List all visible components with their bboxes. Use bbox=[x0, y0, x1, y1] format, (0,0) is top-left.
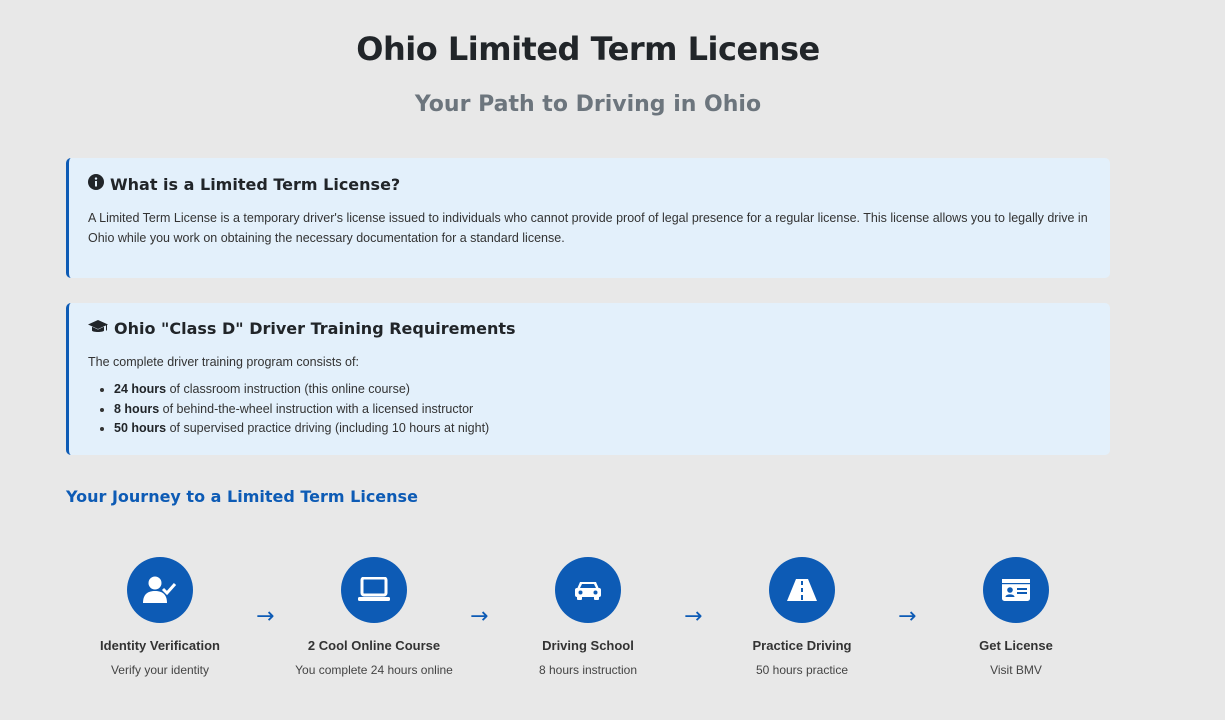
step-desc: Verify your identity bbox=[110, 663, 210, 677]
journey-title: Your Journey to a Limited Term License bbox=[66, 487, 418, 506]
journey-step-get-license: Get License Visit BMV bbox=[921, 557, 1111, 677]
info-card-title: What is a Limited Term License? bbox=[110, 174, 401, 194]
info-card: What is a Limited Term License? A Limite… bbox=[66, 158, 1110, 278]
page-subtitle: Your Path to Driving in Ohio bbox=[414, 92, 762, 117]
journey-step-driving-school: Driving School 8 hours instruction bbox=[493, 557, 683, 677]
step-desc: You complete 24 hours online bbox=[295, 663, 453, 677]
user-check-icon bbox=[127, 557, 193, 623]
info-circle-icon bbox=[88, 174, 104, 194]
requirements-card: Ohio "Class D" Driver Training Requireme… bbox=[66, 303, 1110, 455]
arrow-right-icon: → bbox=[898, 604, 917, 629]
info-card-heading: What is a Limited Term License? bbox=[88, 174, 1091, 194]
step-title: Get License bbox=[979, 638, 1053, 653]
step-title: 2 Cool Online Course bbox=[307, 638, 441, 653]
list-item: 24 hours of classroom instruction (this … bbox=[114, 380, 1091, 400]
step-title: Identity Verification bbox=[100, 638, 220, 653]
id-card-icon bbox=[983, 557, 1049, 623]
list-item: 8 hours of behind-the-wheel instruction … bbox=[114, 400, 1091, 420]
arrow-right-icon: → bbox=[256, 604, 275, 629]
step-desc: 8 hours instruction bbox=[538, 663, 638, 677]
requirements-card-heading: Ohio "Class D" Driver Training Requireme… bbox=[88, 319, 1091, 338]
list-item: 50 hours of supervised practice driving … bbox=[114, 419, 1091, 439]
graduation-cap-icon bbox=[88, 319, 108, 338]
road-icon bbox=[769, 557, 835, 623]
arrow-right-icon: → bbox=[470, 604, 489, 629]
arrow-right-icon: → bbox=[684, 604, 703, 629]
journey-step-identity: Identity Verification Verify your identi… bbox=[65, 557, 255, 677]
laptop-icon bbox=[341, 557, 407, 623]
requirements-list: 24 hours of classroom instruction (this … bbox=[88, 380, 1091, 439]
journey-step-practice: Practice Driving 50 hours practice bbox=[707, 557, 897, 677]
page-title: Ohio Limited Term License bbox=[356, 30, 820, 68]
step-title: Practice Driving bbox=[752, 638, 852, 653]
journey-step-online-course: 2 Cool Online Course You complete 24 hou… bbox=[279, 557, 469, 677]
step-desc: Visit BMV bbox=[990, 663, 1042, 677]
car-icon bbox=[555, 557, 621, 623]
step-desc: 50 hours practice bbox=[755, 663, 849, 677]
step-title: Driving School bbox=[542, 638, 634, 653]
info-card-text: A Limited Term License is a temporary dr… bbox=[88, 211, 1088, 245]
requirements-intro: The complete driver training program con… bbox=[88, 355, 359, 369]
requirements-card-title: Ohio "Class D" Driver Training Requireme… bbox=[114, 319, 516, 338]
